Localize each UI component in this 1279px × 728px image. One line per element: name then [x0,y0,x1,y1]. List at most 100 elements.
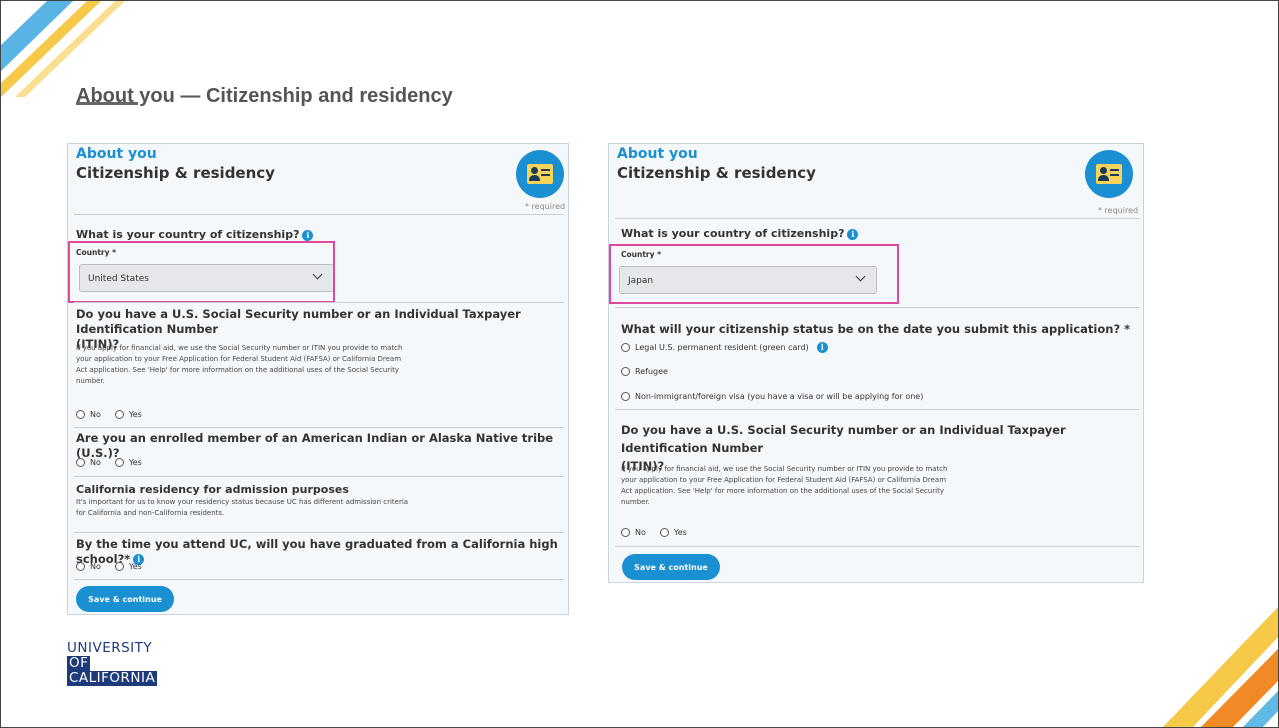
radio-label: No [90,562,101,571]
ssn-radio-group: No Yes [76,410,142,419]
help-line: It's important for us to know your resid… [76,498,409,506]
radio-label: Legal U.S. permanent resident (green car… [635,343,809,352]
divider [74,427,564,428]
radio-label: Refugee [635,367,668,376]
radio-label: No [90,410,101,419]
id-card-icon [516,150,564,198]
save-continue-button[interactable]: Save & continue [76,586,174,612]
radio-circle[interactable] [114,458,124,467]
ssn-radio-group: No Yes [621,528,687,537]
radio-label: Yes [128,562,142,571]
divider [615,409,1139,410]
radio-circle[interactable] [621,367,630,376]
ssn-yes-radio[interactable]: Yes [114,410,142,419]
radio-label: Yes [673,528,687,537]
radio-circle[interactable] [621,528,630,537]
help-line: for California and non-California reside… [76,509,225,517]
ssn-yes-radio[interactable]: Yes [659,528,687,537]
logo-line-california-wrap: CALIFORNIA [67,671,179,686]
radio-circle[interactable] [76,410,85,419]
status-option-green-card[interactable]: Legal U.S. permanent resident (green car… [621,342,828,353]
radio-label: Yes [128,410,142,419]
save-continue-button[interactable]: Save & continue [622,554,720,580]
radio-circle[interactable] [114,410,124,419]
graduate-question: By the time you attend UC, will you have… [76,537,568,567]
form-panel-us-citizen: About you Citizenship & residency * requ… [67,143,569,615]
country-question: What is your country of citizenship? i [76,227,314,242]
country-highlight-box [609,244,899,304]
grad-yes-radio[interactable]: Yes [114,562,142,571]
divider [615,218,1139,219]
logo-line-california: CALIFORNIA [67,670,158,686]
ssn-help-text: If you apply for financial aid, we use t… [621,464,1041,508]
logo-line-of-wrap: OF [67,656,179,671]
tribe-yes-radio[interactable]: Yes [114,458,142,467]
radio-option: Refugee [621,367,668,376]
section-heading: Citizenship & residency [76,164,275,182]
grad-no-radio[interactable]: No [76,562,101,571]
divider [74,532,564,533]
form-panel-non-us-citizen: About you Citizenship & residency * requ… [608,143,1144,583]
section-kicker: About you [617,146,698,162]
section-kicker: About you [76,146,157,162]
university-of-california-logo: UNIVERSITY OF CALIFORNIA [67,641,179,686]
radio-label: No [635,528,646,537]
ssn-question-line1: Do you have a U.S. Social Security numbe… [621,423,1066,455]
radio-label: No [90,458,101,467]
radio-circle[interactable] [621,392,630,401]
status-option-refugee[interactable]: Refugee [621,367,668,376]
corner-stripes-bottom-right [1162,607,1278,727]
divider [74,476,564,477]
help-line: Act application. See 'Help' for more inf… [621,487,945,495]
status-question: What will your citizenship status be on … [621,322,1131,336]
country-question: What is your country of citizenship? i [621,226,859,241]
tribe-radio-group: No Yes [76,458,142,467]
country-question-text: What is your country of citizenship? [76,228,300,241]
ssn-no-radio[interactable]: No [76,410,101,419]
info-icon[interactable]: i [847,228,859,240]
tribe-no-radio[interactable]: No [76,458,101,467]
help-line: number. [621,498,650,506]
divider [74,579,564,580]
graduate-radio-group: No Yes [76,562,142,571]
country-highlight-box [68,241,335,303]
info-icon[interactable]: i [302,229,314,241]
help-line: number. [76,377,105,385]
divider [74,214,564,215]
radio-circle[interactable] [114,562,124,571]
radio-circle[interactable] [659,528,669,537]
residency-help-text: It's important for us to know your resid… [76,497,496,519]
radio-circle[interactable] [76,562,85,571]
residency-heading: California residency for admission purpo… [76,483,349,496]
radio-label: Non-immigrant/foreign visa (you have a v… [635,392,924,401]
radio-option: Legal U.S. permanent resident (green car… [621,342,828,353]
help-line: your application to your Free Applicatio… [76,355,402,363]
id-card-icon [1085,150,1133,198]
ssn-question-line1: Do you have a U.S. Social Security numbe… [76,307,521,336]
radio-circle[interactable] [621,343,630,352]
radio-circle[interactable] [76,458,85,467]
graduate-question-text: By the time you attend UC, will you have… [76,537,558,566]
help-line: If you apply for financial aid, we use t… [621,465,948,473]
logo-line-of: OF [67,655,91,671]
logo-line-university: UNIVERSITY [67,640,153,656]
status-option-visa[interactable]: Non-immigrant/foreign visa (you have a v… [621,392,923,401]
divider [74,302,564,303]
required-note: * required [525,202,566,211]
info-icon[interactable]: i [816,342,828,353]
help-line: your application to your Free Applicatio… [621,476,947,484]
radio-label: Yes [128,458,142,467]
help-line: If you apply for financial aid, we use t… [76,344,403,352]
divider [615,307,1139,308]
required-note: * required [1098,206,1139,215]
tribe-question: Are you an enrolled member of an America… [76,431,554,460]
country-question-text: What is your country of citizenship? [621,227,845,240]
section-heading: Citizenship & residency [617,164,816,182]
help-line: Act application. See 'Help' for more inf… [76,366,400,374]
ssn-help-text: If you apply for financial aid, we use t… [76,343,476,387]
ssn-no-radio[interactable]: No [621,528,646,537]
title-underline [76,102,138,105]
radio-option: Non-immigrant/foreign visa (you have a v… [621,392,923,401]
slide: About you — Citizenship and residency Ab… [0,0,1279,728]
divider [615,546,1139,547]
